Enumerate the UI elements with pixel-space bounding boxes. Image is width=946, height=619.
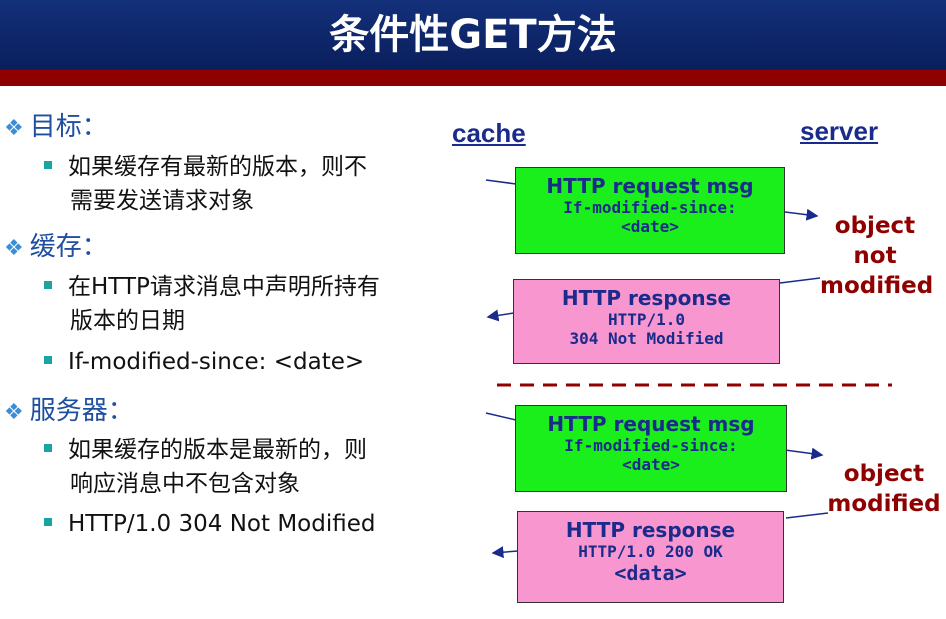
response-line-in-1 [779,277,821,284]
box-heading: HTTP request msg [547,412,755,436]
box-line: If-modified-since: [563,198,737,217]
box-heading: HTTP response [561,286,732,310]
box-heading: HTTP request msg [546,174,754,198]
note-object-not-modified: object not modified [820,211,934,301]
request-arrow-out-1 [784,208,819,221]
response-box-1: HTTP response HTTP/1.0 304 Not Modified [513,279,780,364]
request-box-1: HTTP request msg If-modified-since: <dat… [515,167,785,254]
request-arrow-out-2 [784,447,824,460]
box-line: <date> [621,217,679,236]
note-object-modified: object modified [826,459,942,519]
box-line: If-modified-since: [564,436,738,455]
box-line: 304 Not Modified [569,329,724,348]
box-line: HTTP/1.0 200 OK [578,542,723,561]
response-line-in-2 [785,512,829,519]
request-line-in-2 [485,412,517,421]
response-arrow-out-2 [491,546,519,559]
note-line: object [834,213,916,239]
box-line: <date> [622,455,680,474]
request-line-in-1 [485,179,517,185]
response-arrow-out-1 [486,309,515,322]
note-line: modified [820,273,934,299]
response-box-2: HTTP response HTTP/1.0 200 OK <data> [517,511,784,603]
box-line: <data> [614,561,687,585]
box-line: HTTP/1.0 [607,310,686,329]
request-box-2: HTTP request msg If-modified-since: <dat… [515,405,787,492]
note-line: object [843,461,925,487]
note-line: not [853,243,897,269]
note-line: modified [827,491,941,517]
box-heading: HTTP response [565,518,736,542]
message-arrows [485,179,892,559]
